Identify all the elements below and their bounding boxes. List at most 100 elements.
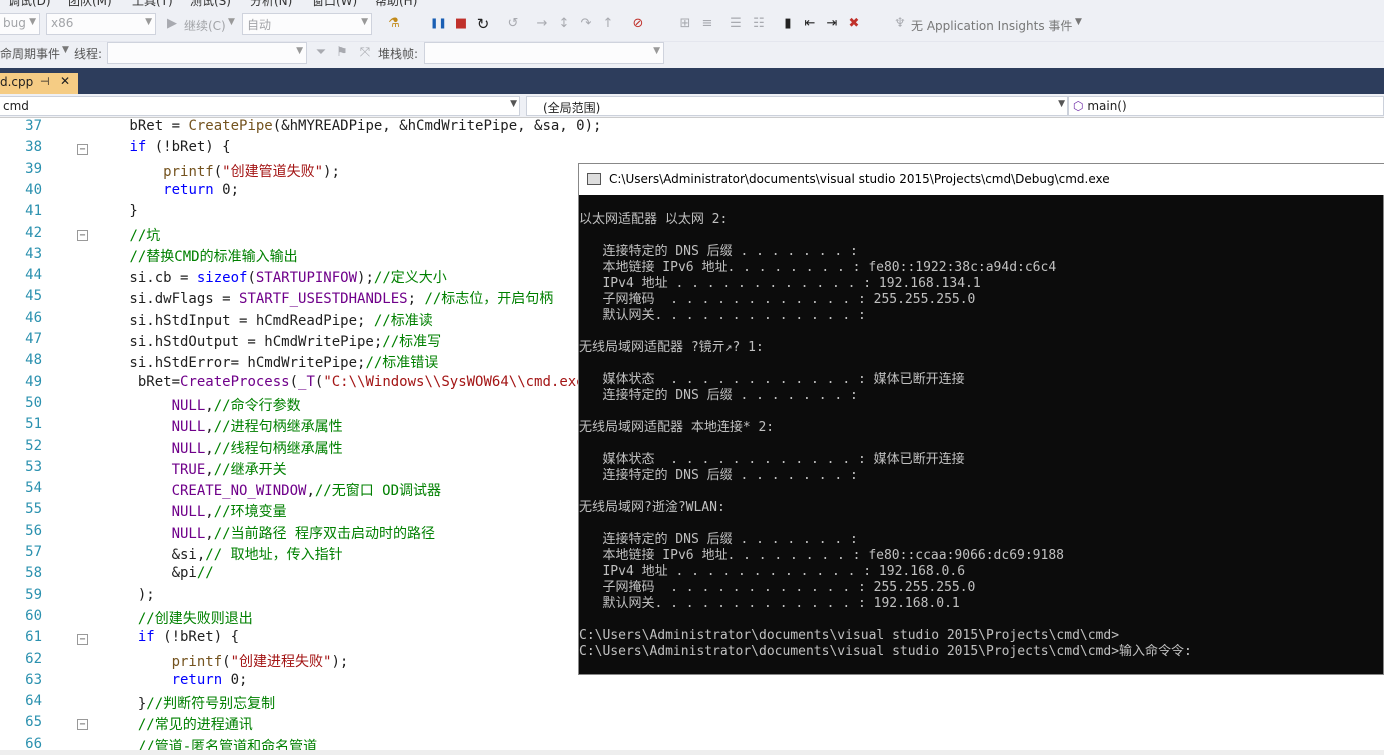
flag-icon[interactable]: ⚑ bbox=[334, 45, 350, 61]
menu-debug[interactable]: 调试(D) bbox=[8, 0, 51, 8]
console-title: C:\Users\Administrator\documents\visual … bbox=[609, 172, 1110, 186]
bookmark-clear-icon[interactable]: ✖ bbox=[846, 16, 862, 32]
stop-icon[interactable]: ■ bbox=[453, 16, 469, 32]
line-number: 60 bbox=[25, 607, 42, 624]
line-number: 37 bbox=[25, 118, 42, 134]
bookmark-next-icon[interactable]: ⇥ bbox=[824, 16, 840, 32]
menu-analyze[interactable]: 分析(N) bbox=[250, 0, 292, 8]
chevron-down-icon[interactable]: ▼ bbox=[62, 45, 69, 55]
code-line[interactable]: 65− //常见的进程通讯 bbox=[0, 714, 1384, 735]
line-number: 54 bbox=[25, 480, 42, 497]
chevron-down-icon: ▼ bbox=[296, 46, 303, 56]
chevron-down-icon[interactable]: ▼ bbox=[1075, 17, 1082, 27]
code-text: bRet = CreatePipe(&hMYREADPipe, &hCmdWri… bbox=[62, 118, 602, 134]
code-text: si.hStdInput = hCmdReadPipe; //标准读 bbox=[62, 312, 433, 329]
menu-test[interactable]: 测试(S) bbox=[190, 0, 231, 8]
uncomment-icon[interactable]: ☷ bbox=[751, 16, 767, 32]
project-dropdown[interactable]: cmd ▼ bbox=[0, 96, 520, 116]
menu-bar: 调试(D) 团队(M) 工具(T) 测试(S) 分析(N) 窗口(W) 帮助(H… bbox=[0, 0, 1384, 8]
console-output: 以太网适配器 以太网 2: 连接特定的 DNS 后缀 . . . . . . .… bbox=[579, 195, 1384, 675]
step-back-icon[interactable]: ↑ bbox=[600, 16, 616, 32]
console-line: 以太网适配器 以太网 2: bbox=[579, 212, 728, 227]
insights-dropdown[interactable]: 无 Application Insights 事件 bbox=[911, 17, 1072, 34]
tab-cmd-cpp[interactable]: d.cpp ⊣ ✕ bbox=[0, 73, 78, 94]
line-number: 40 bbox=[25, 181, 42, 198]
continue-button[interactable]: 继续(C) bbox=[184, 17, 226, 34]
threads-icon[interactable]: ≡ bbox=[699, 16, 715, 32]
bookmark-icon[interactable]: ▮ bbox=[780, 16, 796, 32]
chevron-down-icon: ▼ bbox=[1058, 99, 1065, 109]
close-icon[interactable]: ✕ bbox=[60, 74, 70, 88]
code-text: CREATE_NO_WINDOW,//无窗口 OD调试器 bbox=[171, 483, 442, 500]
line-number: 45 bbox=[25, 288, 42, 305]
member-dropdown[interactable]: ⬡ main() bbox=[1068, 96, 1384, 116]
code-line[interactable]: 38− if (!bRet) { bbox=[0, 139, 1384, 160]
lifecycle-events-dropdown[interactable]: 命周期事件 bbox=[0, 45, 60, 62]
document-tab-bar: d.cpp ⊣ ✕ bbox=[0, 68, 1384, 94]
console-line: C:\Users\Administrator\documents\visual … bbox=[579, 628, 1120, 643]
threads-expand-icon[interactable]: ⤧ bbox=[357, 45, 373, 61]
filter-icon[interactable]: ⏷ bbox=[313, 45, 329, 61]
breakpoint-disable-icon[interactable]: ⊘ bbox=[630, 16, 646, 32]
ide-window: 调试(D) 团队(M) 工具(T) 测试(S) 分析(N) 窗口(W) 帮助(H… bbox=[0, 0, 1384, 755]
line-number: 53 bbox=[25, 458, 42, 475]
code-text: TRUE,//继承开关 bbox=[171, 461, 287, 478]
console-line: 无线局域网适配器 本地连接* 2: bbox=[579, 420, 775, 435]
console-line: 无线局域网适配器 ?镜亓↗? 1: bbox=[579, 340, 764, 355]
step-out-icon[interactable]: ↷ bbox=[578, 16, 594, 32]
line-number: 58 bbox=[25, 565, 42, 582]
line-number: 57 bbox=[25, 544, 42, 560]
thread-dropdown[interactable]: ▼ bbox=[107, 42, 307, 64]
code-text: si.hStdOutput = hCmdWritePipe;//标准写 bbox=[62, 334, 442, 350]
pause-icon[interactable]: ❚❚ bbox=[430, 16, 447, 32]
line-number: 43 bbox=[25, 245, 42, 262]
platform-dropdown[interactable]: x86 ▼ bbox=[46, 13, 156, 35]
step-into-icon[interactable]: → bbox=[534, 16, 550, 32]
stackframe-label: 堆栈帧: bbox=[378, 47, 419, 61]
console-line: 子网掩码 . . . . . . . . . . . . : 255.255.2… bbox=[579, 292, 976, 307]
hex-display-icon[interactable]: ⊞ bbox=[677, 16, 693, 32]
line-number: 52 bbox=[25, 437, 42, 454]
stackframe-dropdown[interactable]: ▼ bbox=[424, 42, 664, 64]
scope-dropdown[interactable]: (全局范围) ▼ bbox=[526, 96, 1068, 116]
line-number: 50 bbox=[25, 394, 42, 411]
restart-icon[interactable]: ↻ bbox=[475, 16, 491, 32]
status-strip bbox=[0, 750, 1384, 755]
show-next-statement-icon[interactable]: ↺ bbox=[505, 16, 521, 32]
console-line: 本地链接 IPv6 地址. . . . . . . . : fe80::1922… bbox=[579, 260, 1057, 275]
code-text: //替换CMD的标准输入输出 bbox=[129, 248, 298, 265]
bookmark-prev-icon[interactable]: ⇤ bbox=[802, 16, 818, 32]
code-text: si.hStdError= hCmdWritePipe;//标准错误 bbox=[62, 355, 439, 372]
code-text: NULL,//线程句柄继承属性 bbox=[171, 440, 343, 457]
menu-team[interactable]: 团队(M) bbox=[68, 0, 112, 8]
console-titlebar: C:\Users\Administrator\documents\visual … bbox=[579, 164, 1384, 195]
console-line: 连接特定的 DNS 后缀 . . . . . . . : bbox=[579, 244, 858, 259]
step-over-icon[interactable]: ↕ bbox=[556, 16, 572, 32]
config-dropdown[interactable]: bug ▼ bbox=[0, 13, 40, 35]
chevron-down-icon[interactable]: ▼ bbox=[228, 17, 235, 27]
menu-help[interactable]: 帮助(H) bbox=[375, 0, 417, 8]
continue-mode-dropdown[interactable]: 自动 ▼ bbox=[242, 13, 372, 35]
play-icon[interactable]: ▶ bbox=[164, 16, 180, 32]
code-line[interactable]: 37 bRet = CreatePipe(&hMYREADPipe, &hCmd… bbox=[0, 118, 1384, 139]
platform-value: x86 bbox=[51, 16, 74, 30]
line-number: 56 bbox=[25, 522, 42, 539]
flask-icon[interactable]: ⚗ bbox=[386, 16, 402, 32]
console-line: IPv4 地址 . . . . . . . . . . . . : 192.16… bbox=[579, 276, 981, 291]
console-window[interactable]: C:\Users\Administrator\documents\visual … bbox=[578, 163, 1384, 675]
code-line[interactable]: 64 }//判断符号别忘复制 bbox=[0, 693, 1384, 714]
pin-icon[interactable]: ⊣ bbox=[40, 75, 50, 88]
line-number: 49 bbox=[25, 373, 42, 390]
console-line: 无线局域网?逝淦?WLAN: bbox=[579, 500, 725, 515]
code-text: //坑 bbox=[129, 227, 161, 244]
chevron-down-icon: ▼ bbox=[653, 46, 660, 56]
comment-icon[interactable]: ☰ bbox=[728, 16, 744, 32]
menu-window[interactable]: 窗口(W) bbox=[312, 0, 357, 8]
project-value: cmd bbox=[3, 99, 29, 113]
code-text: ); bbox=[62, 586, 155, 603]
menu-tools[interactable]: 工具(T) bbox=[132, 0, 173, 8]
